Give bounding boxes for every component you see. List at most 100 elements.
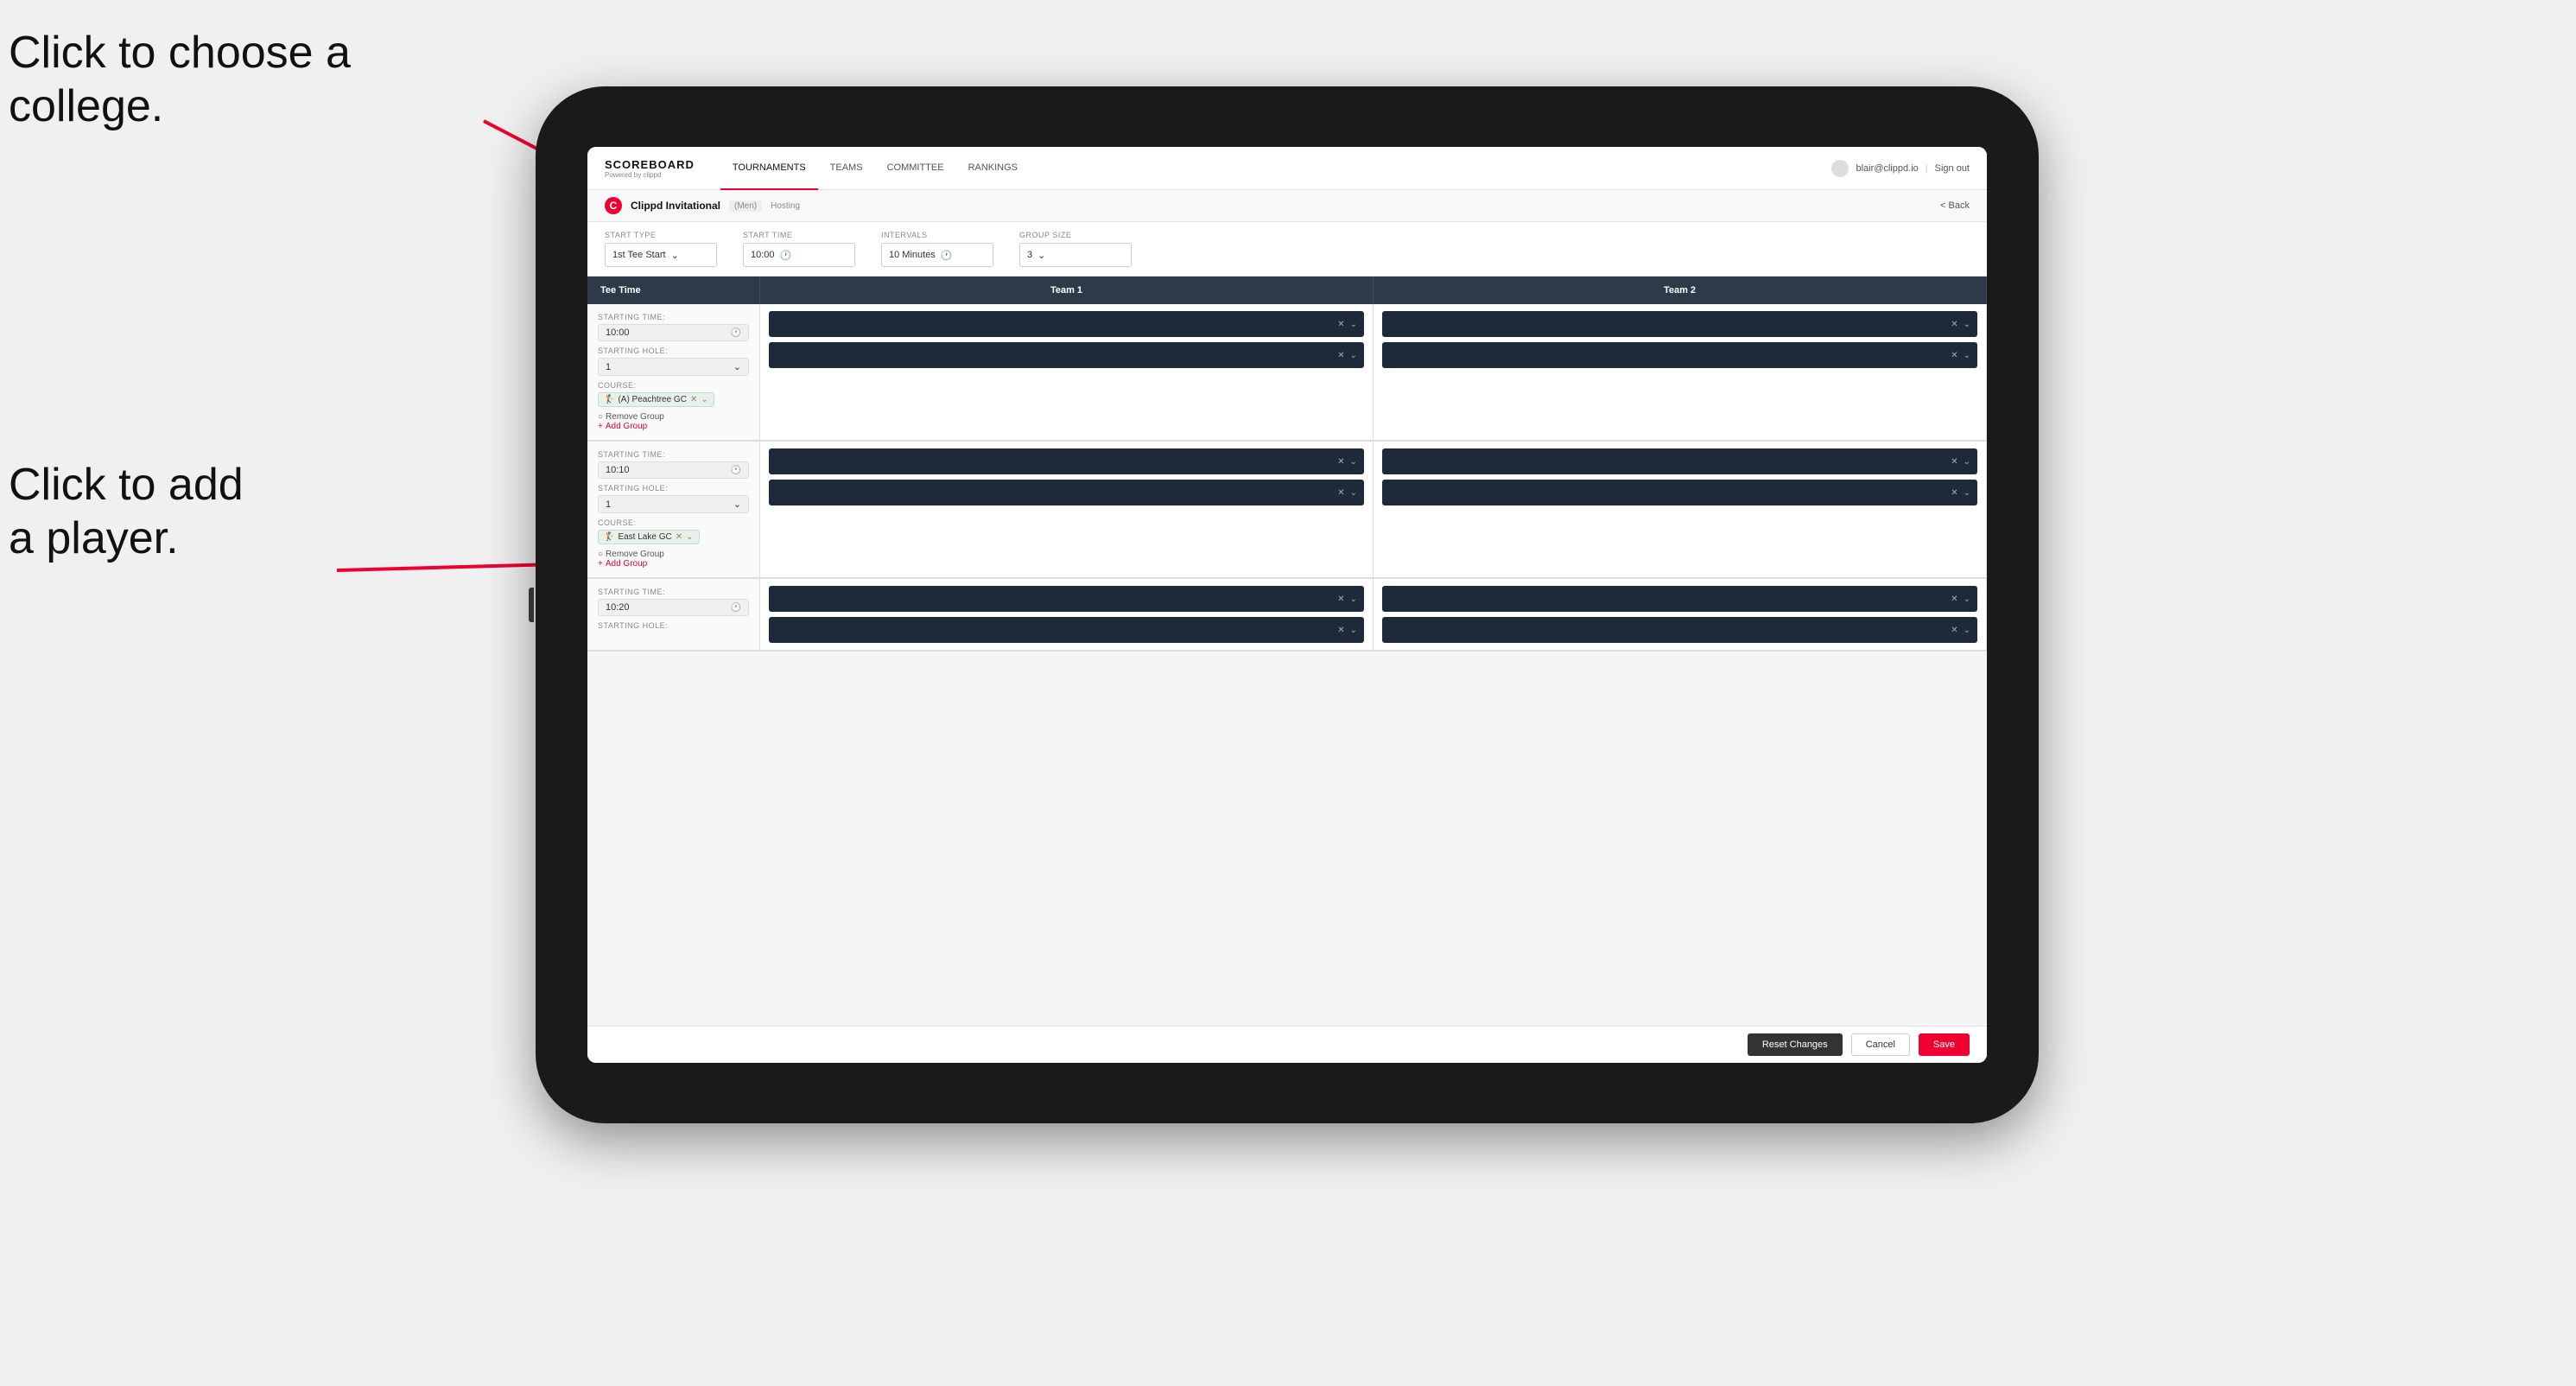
save-button[interactable]: Save bbox=[1919, 1033, 1970, 1056]
brand: SCOREBOARD Powered by clippd bbox=[605, 158, 695, 179]
tablet-frame: SCOREBOARD Powered by clippd TOURNAMENTS… bbox=[536, 86, 2039, 1123]
player-slot-3-1[interactable]: ✕ ⌄ bbox=[769, 448, 1364, 474]
nav-committee[interactable]: COMMITTEE bbox=[875, 147, 956, 190]
player-slot-2-2[interactable]: ✕ ⌄ bbox=[1382, 342, 1977, 368]
slot-x-4-1[interactable]: ✕ bbox=[1951, 457, 1957, 467]
slot-expand-1-1[interactable]: ⌄ bbox=[1350, 320, 1357, 329]
slot-expand-2-1[interactable]: ⌄ bbox=[1964, 320, 1970, 329]
add-group-2[interactable]: + Add Group bbox=[598, 559, 749, 569]
team1-1: ✕ ⌄ ✕ ⌄ bbox=[760, 304, 1374, 440]
th-team1: Team 1 bbox=[760, 277, 1374, 304]
form-row: Start Type 1st Tee Start ⌄ Start Time 10… bbox=[587, 222, 1987, 277]
starting-time-label-2: STARTING TIME: bbox=[598, 450, 749, 459]
starting-time-value-3[interactable]: 10:20 🕐 bbox=[598, 599, 749, 616]
course-expand-2[interactable]: ⌄ bbox=[686, 532, 693, 542]
group-size-control[interactable]: 3 ⌄ bbox=[1019, 243, 1132, 267]
add-group-1[interactable]: + Add Group bbox=[598, 422, 749, 431]
starting-hole-label-2: STARTING HOLE: bbox=[598, 484, 749, 493]
tee-left-3: STARTING TIME: 10:20 🕐 STARTING HOLE: bbox=[587, 579, 760, 650]
back-link[interactable]: < Back bbox=[1940, 200, 1970, 211]
start-time-control[interactable]: 10:00 🕐 bbox=[743, 243, 855, 267]
cancel-button[interactable]: Cancel bbox=[1851, 1033, 1910, 1056]
nav-teams[interactable]: TEAMS bbox=[818, 147, 875, 190]
start-type-control[interactable]: 1st Tee Start ⌄ bbox=[605, 243, 717, 267]
slot-expand-5-1[interactable]: ⌄ bbox=[1350, 594, 1357, 604]
slot-x-5-2[interactable]: ✕ bbox=[1337, 626, 1344, 635]
slot-x-3-1[interactable]: ✕ bbox=[1337, 457, 1344, 467]
player-slot-6-2[interactable]: ✕ ⌄ bbox=[1382, 617, 1977, 643]
slot-x-2-1[interactable]: ✕ bbox=[1951, 320, 1957, 329]
player-slot-3-2[interactable]: ✕ ⌄ bbox=[769, 480, 1364, 505]
user-email: blair@clippd.io bbox=[1856, 163, 1918, 174]
footer: Reset Changes Cancel Save bbox=[587, 1026, 1987, 1063]
slot-expand-2-2[interactable]: ⌄ bbox=[1964, 351, 1970, 360]
start-type-group: Start Type 1st Tee Start ⌄ bbox=[605, 231, 717, 267]
navbar: SCOREBOARD Powered by clippd TOURNAMENTS… bbox=[587, 147, 1987, 190]
player-slot-5-1[interactable]: ✕ ⌄ bbox=[769, 586, 1364, 612]
side-button bbox=[529, 588, 534, 622]
player-slot-1-1[interactable]: ✕ ⌄ bbox=[769, 311, 1364, 337]
reset-button[interactable]: Reset Changes bbox=[1748, 1033, 1843, 1056]
slot-x-6-2[interactable]: ✕ bbox=[1951, 626, 1957, 635]
starting-hole-label-3: STARTING HOLE: bbox=[598, 621, 749, 630]
slot-expand-6-1[interactable]: ⌄ bbox=[1964, 594, 1970, 604]
hosting-label: Hosting bbox=[771, 201, 800, 211]
slot-x-1-2[interactable]: ✕ bbox=[1337, 351, 1344, 360]
nav-links: TOURNAMENTS TEAMS COMMITTEE RANKINGS bbox=[720, 147, 1832, 190]
player-slot-2-1[interactable]: ✕ ⌄ bbox=[1382, 311, 1977, 337]
th-team2: Team 2 bbox=[1374, 277, 1987, 304]
slot-expand-6-2[interactable]: ⌄ bbox=[1964, 626, 1970, 635]
player-slot-1-2[interactable]: ✕ ⌄ bbox=[769, 342, 1364, 368]
slot-expand-1-2[interactable]: ⌄ bbox=[1350, 351, 1357, 360]
team2-2: ✕ ⌄ ✕ ⌄ bbox=[1374, 442, 1987, 577]
course-remove-2[interactable]: ✕ bbox=[676, 532, 682, 542]
slot-x-5-1[interactable]: ✕ bbox=[1337, 594, 1344, 604]
player-slot-5-2[interactable]: ✕ ⌄ bbox=[769, 617, 1364, 643]
slot-expand-4-2[interactable]: ⌄ bbox=[1964, 488, 1970, 498]
start-time-value: 10:00 bbox=[751, 250, 775, 260]
sign-out-link[interactable]: Sign out bbox=[1935, 163, 1970, 174]
remove-group-1[interactable]: ○ Remove Group bbox=[598, 412, 749, 422]
player-slot-4-1[interactable]: ✕ ⌄ bbox=[1382, 448, 1977, 474]
team1-3: ✕ ⌄ ✕ ⌄ bbox=[760, 579, 1374, 650]
course-tag-2[interactable]: 🏌 East Lake GC ✕ ⌄ bbox=[598, 530, 700, 544]
intervals-group: Intervals 10 Minutes 🕐 bbox=[881, 231, 993, 267]
player-slot-6-1[interactable]: ✕ ⌄ bbox=[1382, 586, 1977, 612]
start-type-chevron: ⌄ bbox=[671, 250, 679, 261]
remove-group-2[interactable]: ○ Remove Group bbox=[598, 550, 749, 559]
group-size-label: Group Size bbox=[1019, 231, 1132, 239]
start-time-label: Start Time bbox=[743, 231, 855, 239]
start-type-value: 1st Tee Start bbox=[612, 250, 666, 260]
slot-x-6-1[interactable]: ✕ bbox=[1951, 594, 1957, 604]
starting-hole-value-1[interactable]: 1 ⌄ bbox=[598, 358, 749, 376]
nav-tournaments[interactable]: TOURNAMENTS bbox=[720, 147, 818, 190]
starting-time-value-2[interactable]: 10:10 🕐 bbox=[598, 461, 749, 479]
player-slot-4-2[interactable]: ✕ ⌄ bbox=[1382, 480, 1977, 505]
group-size-value: 3 bbox=[1027, 250, 1032, 260]
course-tag-area-2: 🏌 East Lake GC ✕ ⌄ bbox=[598, 530, 749, 544]
slot-x-4-2[interactable]: ✕ bbox=[1951, 488, 1957, 498]
slot-expand-3-2[interactable]: ⌄ bbox=[1350, 488, 1357, 498]
sub-header: C Clippd Invitational (Men) Hosting < Ba… bbox=[587, 190, 1987, 222]
course-remove-1[interactable]: ✕ bbox=[690, 395, 697, 404]
team2-1: ✕ ⌄ ✕ ⌄ bbox=[1374, 304, 1987, 440]
hole-chevron-2: ⌄ bbox=[733, 499, 741, 510]
intervals-control[interactable]: 10 Minutes 🕐 bbox=[881, 243, 993, 267]
slot-expand-4-1[interactable]: ⌄ bbox=[1964, 457, 1970, 467]
start-time-group: Start Time 10:00 🕐 bbox=[743, 231, 855, 267]
slot-expand-5-2[interactable]: ⌄ bbox=[1350, 626, 1357, 635]
table-row: STARTING TIME: 10:00 🕐 STARTING HOLE: 1 … bbox=[587, 304, 1987, 442]
starting-time-value-1[interactable]: 10:00 🕐 bbox=[598, 324, 749, 341]
slot-x-1-1[interactable]: ✕ bbox=[1337, 320, 1344, 329]
course-tag-1[interactable]: 🏌 (A) Peachtree GC ✕ ⌄ bbox=[598, 392, 714, 407]
starting-hole-value-2[interactable]: 1 ⌄ bbox=[598, 495, 749, 513]
course-expand-1[interactable]: ⌄ bbox=[701, 395, 707, 404]
slot-expand-3-1[interactable]: ⌄ bbox=[1350, 457, 1357, 467]
slot-x-2-2[interactable]: ✕ bbox=[1951, 351, 1957, 360]
slot-x-3-2[interactable]: ✕ bbox=[1337, 488, 1344, 498]
nav-rankings[interactable]: RANKINGS bbox=[956, 147, 1030, 190]
course-label-1: COURSE: bbox=[598, 381, 749, 390]
table-body: STARTING TIME: 10:00 🕐 STARTING HOLE: 1 … bbox=[587, 304, 1987, 1026]
group-size-group: Group Size 3 ⌄ bbox=[1019, 231, 1132, 267]
user-avatar bbox=[1831, 160, 1849, 177]
